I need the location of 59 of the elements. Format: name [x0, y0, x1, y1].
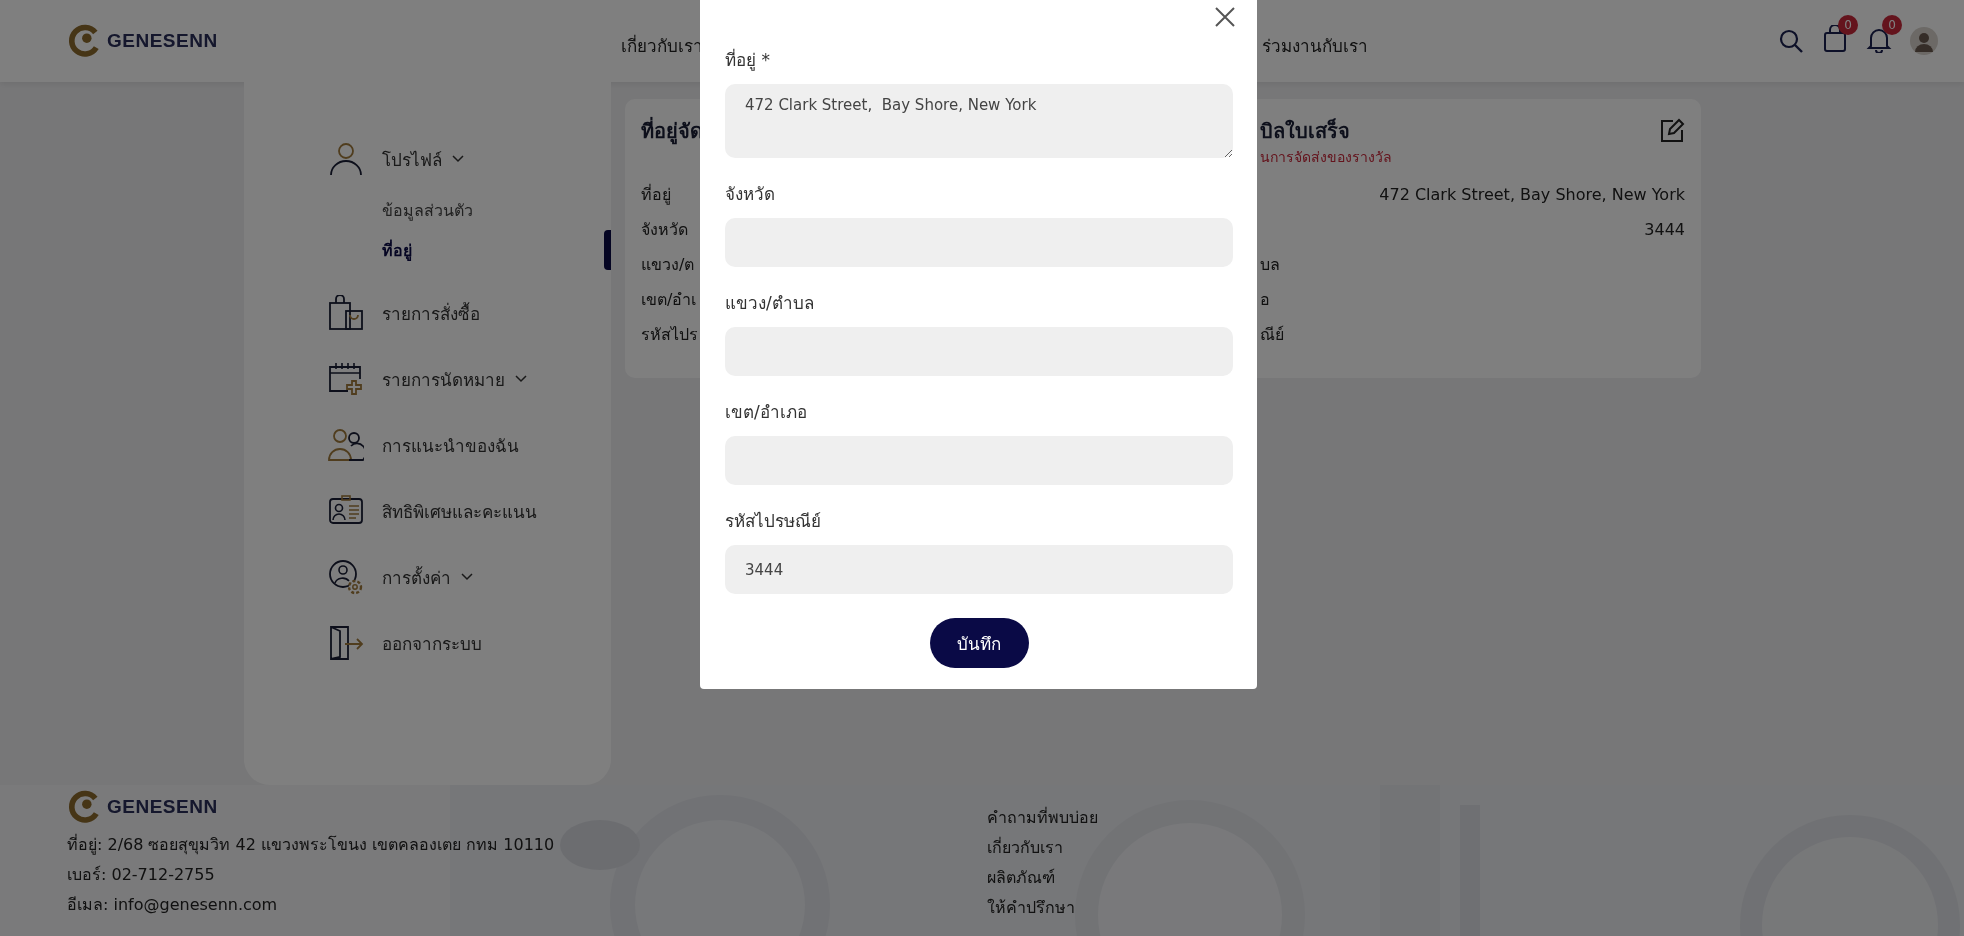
- address-text: ที่อยู่: 2/68 ซอยสุขุมวิท 42 แขวงพระโขนง เขตคลองเตย กทม 10110: [67, 833, 555, 857]
- logo-text: GENESENN: [107, 796, 218, 818]
- nav-link[interactable]: เกี่ยวกับเรา: [621, 32, 703, 59]
- calendar-plus-icon: [328, 361, 364, 397]
- footer-link[interactable]: ผลิตภัณฑ์: [987, 863, 1055, 893]
- notification-badge: 0: [1882, 15, 1902, 35]
- search-icon[interactable]: [1778, 28, 1804, 54]
- active-indicator: [604, 230, 611, 270]
- address-field[interactable]: 472 Clark Street, Bay Shore, New York: [725, 84, 1233, 158]
- logout-icon: [328, 625, 364, 661]
- nav-link[interactable]: ร่วมงานกับเรา: [1262, 32, 1368, 59]
- field-label: รหัสไปร: [641, 324, 698, 346]
- sidebar-item[interactable]: โปรไฟล์: [382, 145, 442, 173]
- sidebar-item[interactable]: รายการนัดหมาย: [382, 365, 505, 393]
- logo-text[interactable]: GENESENN: [107, 30, 218, 52]
- field-label: แขวง/ต: [641, 254, 695, 276]
- card-title: บิลใบเสร็จ: [1260, 117, 1350, 145]
- field-value: 472 Clark Street, Bay Shore, New York: [1379, 185, 1685, 204]
- footer-link[interactable]: คำถามที่พบบ่อย: [987, 803, 1098, 833]
- field-label: ที่อยู่: [641, 183, 671, 207]
- input-field[interactable]: 3444: [725, 545, 1233, 594]
- edit-icon[interactable]: [1659, 118, 1685, 144]
- sidebar-item[interactable]: สิทธิพิเศษและคะแนน: [382, 497, 537, 525]
- field-label: บล: [1260, 254, 1280, 276]
- field-label: เขต/อำเ: [641, 289, 697, 311]
- field-value: 3444: [1644, 220, 1685, 239]
- close-icon[interactable]: [1215, 7, 1235, 27]
- sidebar-subitem[interactable]: ข้อมูลส่วนตัว: [382, 191, 473, 231]
- footer-link[interactable]: เกี่ยวกับเรา: [987, 833, 1063, 863]
- cart-badge: 0: [1838, 15, 1858, 35]
- sidebar-item[interactable]: การตั้งค่า: [382, 563, 451, 591]
- field-label: อ: [1260, 289, 1270, 311]
- logo-icon: [67, 24, 101, 58]
- people-icon: [328, 427, 364, 463]
- field-label: ที่อยู่ *: [725, 47, 771, 73]
- shopping-bags-icon: [328, 295, 364, 331]
- chevron-down-icon[interactable]: [515, 375, 527, 383]
- field-label: จังหวัด: [725, 183, 776, 206]
- field-label: เขต/อำเภอ: [725, 401, 808, 424]
- phone-text: เบอร์: 02-712-2755: [67, 864, 216, 886]
- chevron-down-icon[interactable]: [461, 573, 473, 581]
- email-text: อีเมล: info@genesenn.com: [67, 894, 279, 916]
- logo-icon: [67, 790, 101, 824]
- user-settings-icon: [328, 559, 364, 595]
- sidebar-item[interactable]: ออกจากระบบ: [382, 629, 482, 657]
- footer-link[interactable]: ให้คำปรึกษา: [987, 893, 1075, 923]
- avatar-icon[interactable]: [1910, 27, 1938, 55]
- chevron-down-icon[interactable]: [452, 155, 464, 163]
- user-icon: [328, 141, 364, 177]
- sidebar-item[interactable]: การแนะนำของฉัน: [382, 431, 519, 459]
- sidebar-subitem[interactable]: ที่อยู่: [382, 231, 412, 271]
- save-button[interactable]: บันทึก: [929, 618, 1029, 668]
- field-label: รหัสไปรษณีย์: [725, 510, 822, 533]
- note-text: นการจัดส่งของรางวัล: [1260, 148, 1393, 167]
- field-label: แขวง/ตำบล: [725, 292, 815, 315]
- field-label: ณีย์: [1260, 324, 1284, 346]
- field-label: จังหวัด: [641, 219, 688, 241]
- card-title: ที่อยู่จัด: [641, 116, 700, 147]
- sidebar-item[interactable]: รายการสั่งซื้อ: [382, 299, 480, 327]
